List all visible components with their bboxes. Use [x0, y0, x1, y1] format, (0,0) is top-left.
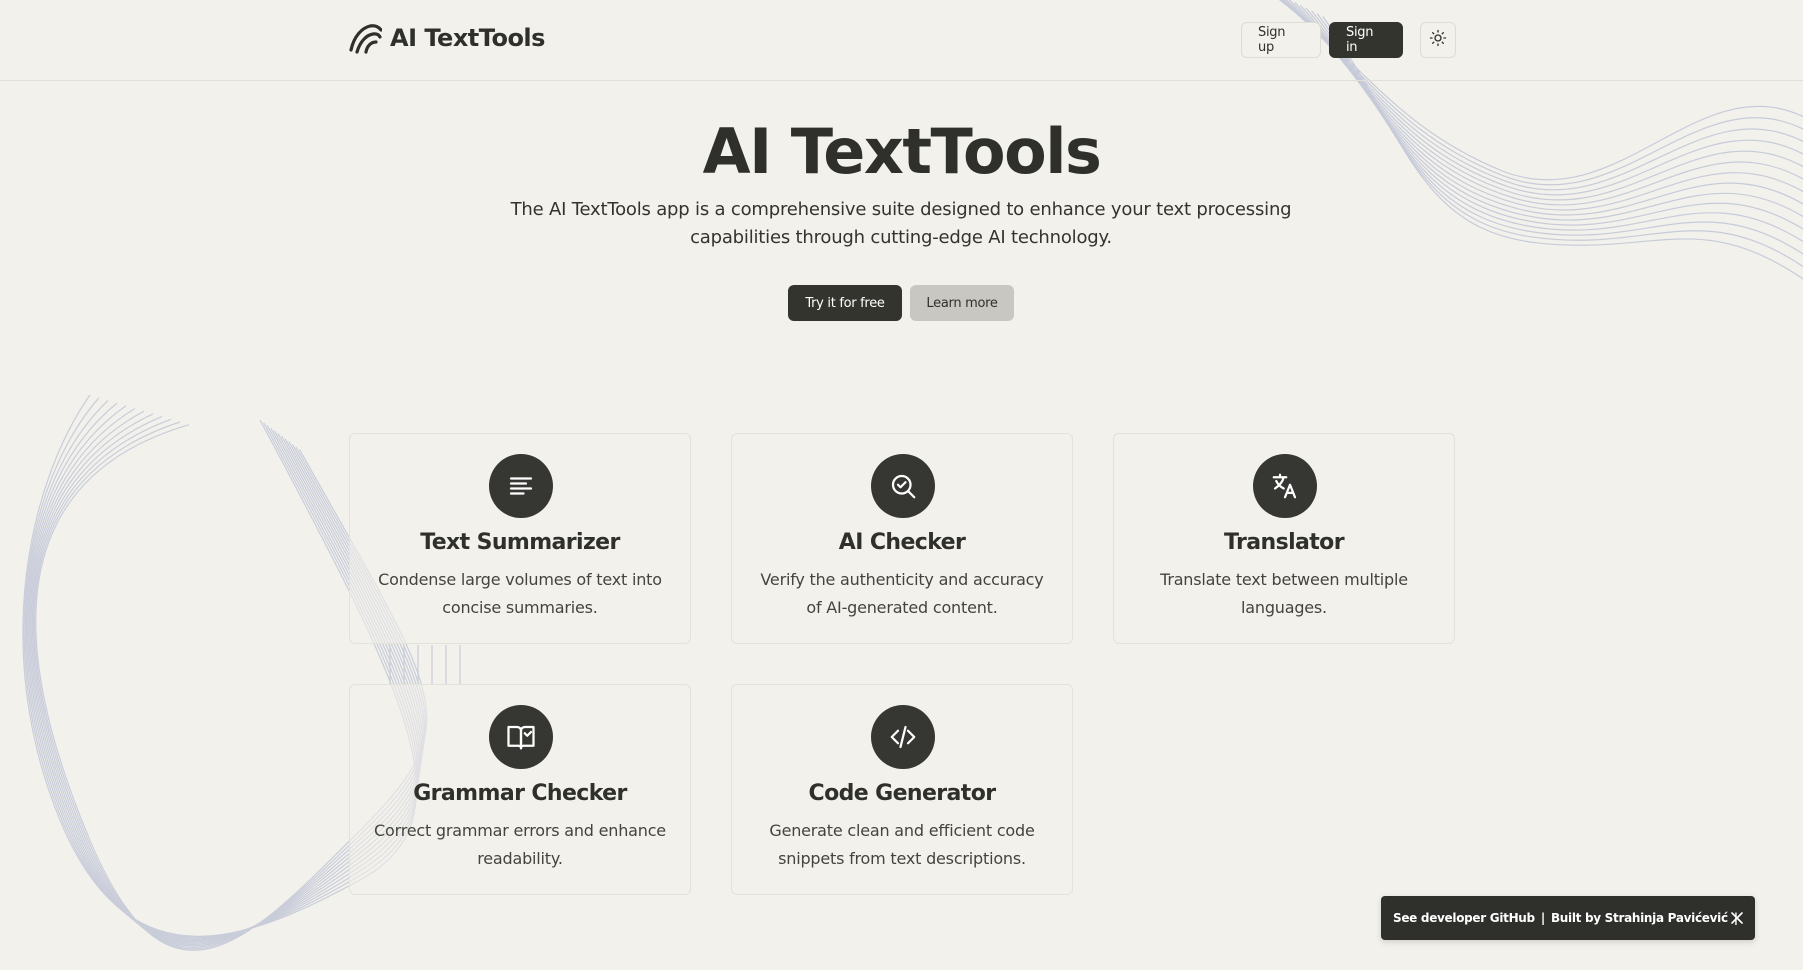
hero-subtitle: The AI TextTools app is a comprehensive …: [510, 199, 1292, 248]
code-icon: [871, 705, 935, 769]
hero-title: AI TextTools: [702, 115, 1102, 188]
sun-icon: [1429, 29, 1447, 51]
feature-description: Translate text between multiple language…: [1160, 570, 1408, 617]
feature-description: Generate clean and efficient code snippe…: [769, 821, 1035, 868]
feature-title: AI Checker: [838, 530, 966, 555]
try-free-button[interactable]: Try it for free: [788, 285, 902, 321]
feature-card-text-summarizer[interactable]: Text Summarizer Condense large volumes o…: [349, 433, 691, 644]
book-check-icon: [489, 705, 553, 769]
close-icon[interactable]: [1730, 911, 1744, 925]
feature-description: Condense large volumes of text into conc…: [378, 570, 662, 617]
feature-title: Text Summarizer: [420, 530, 620, 555]
feature-card-code-generator[interactable]: Code Generator Generate clean and effici…: [731, 684, 1073, 895]
search-check-icon: [871, 454, 935, 518]
nav-actions: Sign up Sign in: [1241, 22, 1456, 58]
logo-text: AI TextTools: [390, 24, 545, 52]
toast-separator: |: [1540, 911, 1545, 925]
feature-description: Correct grammar errors and enhance reada…: [374, 821, 666, 868]
built-by-text: Built by Strahinja Pavićević: [1550, 911, 1728, 925]
feature-card-ai-checker[interactable]: AI Checker Verify the authenticity and a…: [731, 433, 1073, 644]
logo[interactable]: AI TextTools: [348, 22, 545, 54]
feature-title: Code Generator: [808, 781, 997, 806]
logo-mark-icon: [348, 22, 382, 54]
site-header: AI TextTools Sign up Sign in: [0, 0, 1803, 81]
feature-title: Grammar Checker: [413, 781, 627, 806]
align-left-icon: [489, 454, 553, 518]
theme-toggle-button[interactable]: [1420, 22, 1456, 58]
feature-card-translator[interactable]: Translator Translate text between multip…: [1113, 433, 1455, 644]
feature-description: Verify the authenticity and accuracy of …: [760, 570, 1044, 617]
developer-toast: See developer GitHub | Built by Strahinj…: [1381, 896, 1755, 940]
learn-more-button[interactable]: Learn more: [910, 285, 1014, 321]
feature-title: Translator: [1224, 530, 1345, 555]
hero-actions: Try it for free Learn more: [788, 285, 1014, 321]
sign-up-button[interactable]: Sign up: [1241, 22, 1321, 58]
sign-in-button[interactable]: Sign in: [1329, 22, 1403, 58]
github-link[interactable]: See developer GitHub: [1393, 911, 1535, 925]
languages-icon: [1253, 454, 1317, 518]
feature-card-grammar-checker[interactable]: Grammar Checker Correct grammar errors a…: [349, 684, 691, 895]
